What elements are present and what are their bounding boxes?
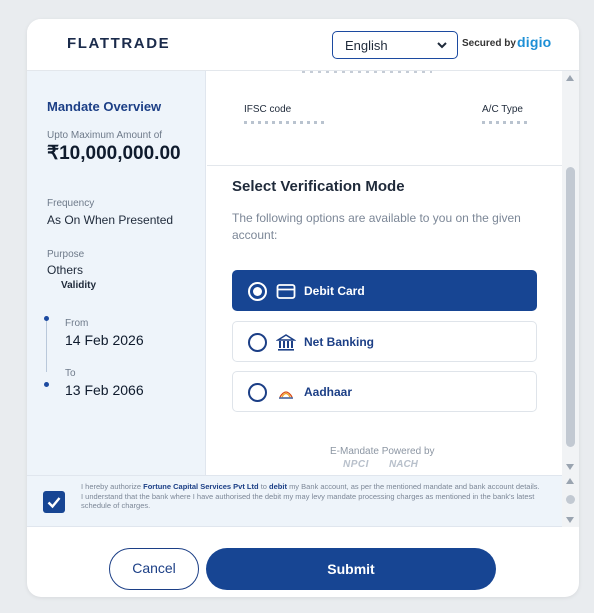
frequency-label: Frequency xyxy=(47,198,95,209)
panel-scrollbar[interactable] xyxy=(562,71,579,475)
npci-logo: NPCI xyxy=(343,459,369,470)
radio-debit-card[interactable] xyxy=(248,282,267,301)
actype-label: A/C Type xyxy=(482,104,523,115)
from-date: 14 Feb 2026 xyxy=(65,332,144,348)
powered-by-label: E-Mandate Powered by xyxy=(330,446,435,457)
card-icon xyxy=(276,284,296,299)
bank-icon xyxy=(276,334,296,351)
validity-timeline xyxy=(46,316,47,372)
option-aadhaar-label: Aadhaar xyxy=(304,385,353,399)
language-select-value: English xyxy=(345,38,388,53)
scroll-thumb[interactable] xyxy=(566,167,575,447)
validity-from-dot xyxy=(44,316,49,321)
consent-text-line2: I understand that the bank where I have … xyxy=(81,491,535,511)
option-debit-card-label: Debit Card xyxy=(304,284,365,298)
mandate-card: FLATTRADE English Secured by digio Manda… xyxy=(27,19,579,597)
language-select[interactable]: English xyxy=(332,31,458,59)
to-date: 13 Feb 2066 xyxy=(65,382,144,398)
consent-section: I hereby authorize Fortune Capital Servi… xyxy=(27,475,579,527)
mandate-overview-title: Mandate Overview xyxy=(47,99,162,114)
bank-details-cropped-text xyxy=(302,71,432,73)
purpose-label: Purpose xyxy=(47,249,85,260)
consent-company-name: Fortune Capital Services Pvt Ltd xyxy=(143,482,259,491)
consent-debit-word: debit xyxy=(269,482,287,491)
consent-text: I hereby authorize Fortune Capital Servi… xyxy=(81,482,551,511)
option-debit-card[interactable]: Debit Card xyxy=(232,270,537,311)
option-net-banking-label: Net Banking xyxy=(304,335,375,349)
ifsc-label: IFSC code xyxy=(244,104,292,115)
verification-panel: IFSC code A/C Type Select Verification M… xyxy=(207,71,562,475)
actype-value-cropped xyxy=(482,121,527,124)
radio-net-banking[interactable] xyxy=(248,333,267,352)
option-aadhaar[interactable]: Aadhaar xyxy=(232,371,537,412)
validity-to-dot xyxy=(44,382,49,387)
amount-label: Upto Maximum Amount of xyxy=(47,130,163,141)
consent-scrollbar[interactable] xyxy=(562,475,579,527)
consent-text-part: my Bank account, as per the mentioned ma… xyxy=(289,482,540,491)
frequency-value: As On When Presented xyxy=(47,213,174,227)
cancel-button[interactable]: Cancel xyxy=(109,548,199,590)
consent-scroll-down-arrow[interactable] xyxy=(566,517,574,523)
scroll-up-arrow[interactable] xyxy=(566,75,574,81)
bank-details: IFSC code A/C Type xyxy=(207,71,562,166)
mandate-overview-panel: Mandate Overview Upto Maximum Amount of … xyxy=(27,71,206,475)
verification-title: Select Verification Mode xyxy=(232,178,405,195)
consent-checkbox[interactable] xyxy=(43,491,65,513)
header: FLATTRADE English Secured by digio xyxy=(27,19,579,71)
flattrade-logo: FLATTRADE xyxy=(67,35,171,52)
nach-logo: NACH xyxy=(389,459,418,470)
to-label: To xyxy=(65,368,76,379)
digio-logo: digio xyxy=(517,34,552,50)
ifsc-value-cropped xyxy=(244,121,324,124)
from-label: From xyxy=(65,318,89,329)
consent-scroll-up-arrow[interactable] xyxy=(566,478,574,484)
check-icon xyxy=(47,497,61,509)
scroll-down-arrow[interactable] xyxy=(566,464,574,470)
aadhaar-icon xyxy=(279,391,293,399)
submit-button[interactable]: Submit xyxy=(206,548,496,590)
validity-label: Validity xyxy=(61,280,97,291)
purpose-value: Others xyxy=(47,263,84,277)
chevron-down-icon xyxy=(437,42,447,49)
verification-description: The following options are available to y… xyxy=(232,211,521,242)
consent-text-part: to xyxy=(260,482,267,491)
consent-text-part: I hereby authorize xyxy=(81,482,142,491)
consent-scroll-thumb[interactable] xyxy=(566,495,575,504)
option-net-banking[interactable]: Net Banking xyxy=(232,321,537,362)
radio-aadhaar[interactable] xyxy=(248,383,267,402)
secured-by-label: Secured by xyxy=(462,38,516,49)
amount-value: ₹10,000,000.00 xyxy=(47,143,181,164)
